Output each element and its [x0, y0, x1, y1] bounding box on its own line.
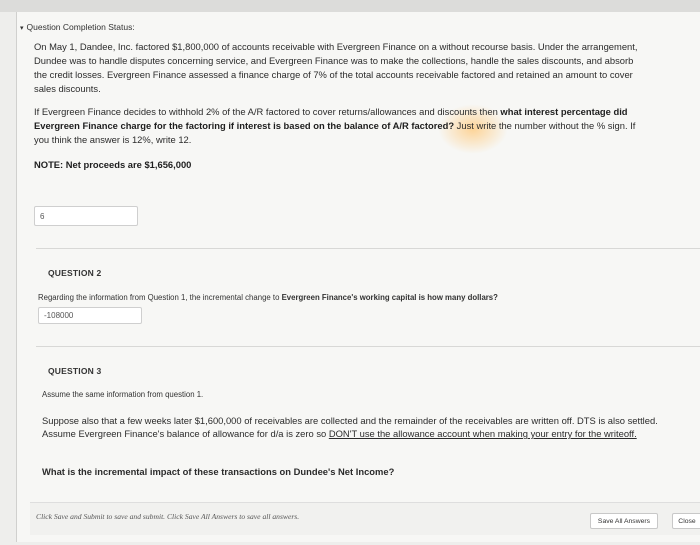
question-1-answer-field[interactable]: 6	[34, 206, 138, 226]
expand-triangle-icon[interactable]: ▾	[20, 25, 24, 32]
question-2-heading: QUESTION 2	[48, 268, 102, 278]
q2-text-before: Regarding the information from Question …	[38, 293, 282, 302]
question-3-heading: QUESTION 3	[48, 366, 102, 376]
question-2-text: Regarding the information from Question …	[38, 293, 498, 302]
footer-instructions: Click Save and Submit to save and submit…	[36, 512, 300, 521]
q2-text-bold: Evergreen Finance's working capital is h…	[281, 293, 498, 302]
save-all-answers-button[interactable]: Save All Answers	[590, 513, 658, 529]
question-3-intro: Assume the same information from questio…	[42, 390, 204, 399]
close-button[interactable]: Close	[672, 513, 700, 529]
top-banner	[0, 0, 700, 12]
question-1-paragraph-1: On May 1, Dandee, Inc. factored $1,800,0…	[34, 41, 638, 94]
question-2-answer-field[interactable]: -108000	[38, 307, 142, 324]
divider-2	[36, 346, 700, 347]
question-1-note: NOTE: Net proceeds are $1,656,000	[34, 158, 644, 172]
question-1-answer-value: 6	[40, 211, 45, 221]
q1-note-text: NOTE: Net proceeds are $1,656,000	[34, 159, 192, 170]
completion-status[interactable]: ▾ Question Completion Status:	[20, 22, 135, 32]
completion-status-label: Question Completion Status:	[26, 22, 135, 32]
question-1-paragraph-2: If Evergreen Finance decides to withhold…	[34, 105, 644, 147]
q3-underlined-instruction: DON'T use the allowance account when mak…	[328, 428, 637, 439]
divider-1	[36, 248, 700, 249]
question-3-paragraph: Suppose also that a few weeks later $1,6…	[42, 414, 662, 440]
question-3-question: What is the incremental impact of these …	[42, 466, 395, 477]
q1-text-before: If Evergreen Finance decides to withhold…	[34, 106, 501, 117]
question-2-answer-value: -108000	[44, 311, 74, 320]
